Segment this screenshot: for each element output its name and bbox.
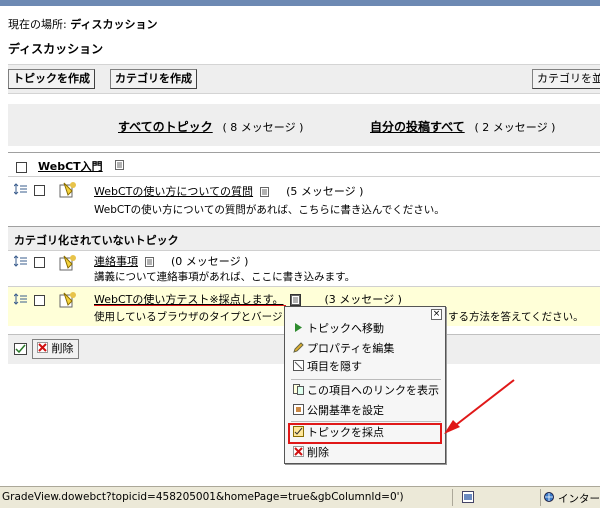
topic-description-tail: する方法を答えてください。 [448, 311, 584, 323]
status-page-icon [462, 491, 474, 503]
topic-description: 使用しているブラウザのタイプとバージョン [94, 311, 304, 323]
topic-message-count: (5 メッセージ ) [286, 185, 364, 198]
topic-title-link[interactable]: 連絡事項 [94, 255, 138, 268]
topic-checkbox[interactable] [34, 295, 45, 306]
annotation-arrow [444, 379, 515, 434]
security-zone: インター [558, 493, 600, 505]
menu-icon-active[interactable] [290, 294, 301, 306]
topic-message-count: (0 メッセージ ) [171, 255, 249, 268]
topic-row: 連絡事項 (0 メッセージ ) 講義について連絡事項があれば、ここに書き込みます… [8, 250, 600, 286]
reorder-icon[interactable] [14, 293, 28, 305]
link-icon [293, 384, 304, 395]
status-bar: GradeView.dowebct?topicid=458205001&home… [0, 486, 600, 508]
breadcrumb: 現在の場所: ディスカッション [8, 16, 157, 32]
breadcrumb-current: ディスカッション [70, 18, 158, 31]
delete-button[interactable]: 削除 [32, 339, 79, 359]
category-header-webct-intro: WebCT入門 [8, 152, 600, 176]
delete-icon [293, 446, 304, 457]
topic-icon [59, 255, 76, 271]
close-icon[interactable]: × [431, 309, 442, 320]
topic-checkbox[interactable] [34, 257, 45, 268]
menu-separator [291, 421, 441, 422]
my-posts-count: ( 2 メッセージ ) [474, 121, 556, 134]
criteria-icon [293, 404, 304, 415]
topic-checkbox[interactable] [34, 185, 45, 196]
status-divider [452, 489, 453, 506]
category-title: カテゴリ化されていないトピック [14, 234, 179, 247]
all-topics-link[interactable]: すべてのトピック [118, 120, 213, 134]
menu-item-show-link[interactable]: この項目へのリンクを表示 [293, 383, 439, 399]
menu-icon[interactable] [259, 187, 269, 197]
topic-description: 講義について連絡事項があれば、ここに書き込みます。 [94, 271, 356, 283]
action-toolbar: トピックを作成 カテゴリを作成 カテゴリを並 [8, 64, 600, 94]
menu-icon[interactable] [144, 257, 154, 267]
title-red-underline [94, 305, 286, 306]
topic-title-link[interactable]: WebCTの使い方についての質問 [94, 185, 253, 198]
reorder-icon[interactable] [14, 183, 28, 195]
category-checkbox[interactable] [16, 162, 27, 173]
grade-topic-highlight-box [288, 423, 442, 444]
arrow-right-icon [295, 323, 302, 332]
topic-description: WebCTの使い方についての質問があれば、こちらに書き込んでください。 [94, 204, 445, 216]
message-summary: すべてのトピック ( 8 メッセージ ) 自分の投稿すべて ( 2 メッセージ … [8, 104, 600, 146]
menu-item-edit-properties[interactable]: プロパティを編集 [293, 341, 394, 357]
menu-item-delete[interactable]: 削除 [293, 445, 329, 461]
menu-item-hide[interactable]: 項目を隠す [293, 359, 362, 375]
my-posts-link[interactable]: 自分の投稿すべて [370, 120, 465, 134]
page-title: ディスカッション [8, 42, 104, 56]
status-divider [540, 489, 541, 506]
status-url: GradeView.dowebct?topicid=458205001&home… [2, 491, 404, 503]
menu-item-go-to-topic[interactable]: トピックへ移動 [293, 321, 384, 337]
menu-separator [291, 379, 441, 380]
sort-categories-button[interactable]: カテゴリを並 [532, 69, 600, 89]
all-topics-count: ( 8 メッセージ ) [222, 121, 304, 134]
breadcrumb-label: 現在の場所: [8, 18, 67, 31]
menu-item-release-criteria[interactable]: 公開基準を設定 [293, 403, 384, 419]
topic-icon [59, 182, 76, 198]
hide-icon [293, 360, 304, 371]
topic-row: WebCTの使い方についての質問 (5 メッセージ ) WebCTの使い方につい… [8, 176, 600, 220]
menu-icon[interactable] [115, 160, 124, 170]
reorder-icon[interactable] [14, 255, 28, 267]
delete-label: 削除 [51, 342, 74, 355]
category-title-link[interactable]: WebCT入門 [38, 158, 103, 174]
select-all-icon[interactable] [14, 343, 27, 355]
pencil-icon [293, 342, 304, 353]
globe-icon [544, 492, 554, 502]
topic-icon [59, 292, 76, 308]
create-topic-button[interactable]: トピックを作成 [8, 69, 95, 89]
create-category-button[interactable]: カテゴリを作成 [110, 69, 197, 89]
category-header-uncategorized: カテゴリ化されていないトピック [8, 226, 600, 250]
delete-icon [37, 342, 48, 353]
topic-message-count: (3 メッセージ ) [324, 293, 402, 306]
window-top-border [0, 0, 600, 6]
